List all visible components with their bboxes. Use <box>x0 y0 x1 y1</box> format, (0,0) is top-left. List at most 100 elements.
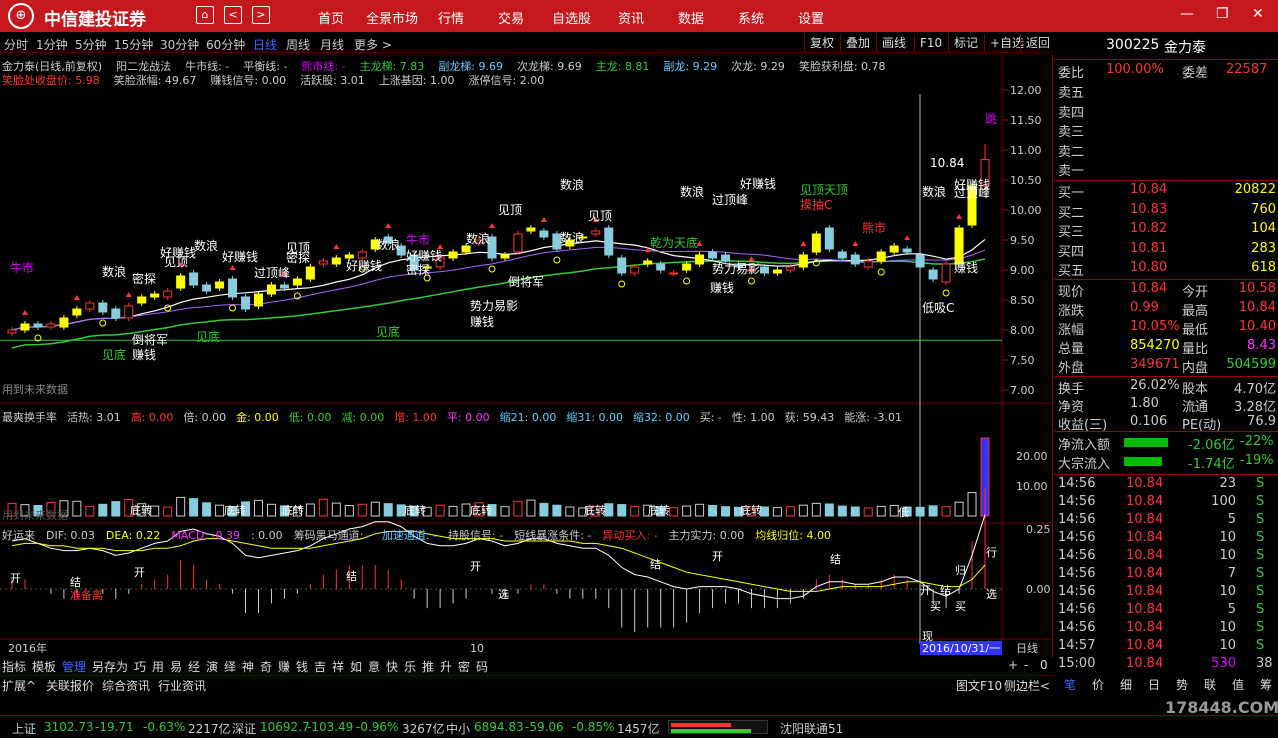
quote-tab-0[interactable]: 笔 <box>1064 676 1076 693</box>
indicator-tab-19[interactable]: 乐 <box>404 658 416 675</box>
candle-body <box>241 296 251 310</box>
quote-tab-3[interactable]: 日 <box>1148 676 1160 693</box>
period-tab-1[interactable]: 1分钟 <box>36 36 68 53</box>
toolbar-button-0[interactable]: 复权 <box>804 34 839 52</box>
chart-pane[interactable]: 12.00 11.50 11.00 10.50 10.00 9.50 9.00 8.50 8.0… <box>0 54 1053 658</box>
home-icon[interactable]: ⌂ <box>196 6 214 24</box>
minimize-icon[interactable]: — <box>1180 6 1194 22</box>
indicator-tab-10[interactable]: 神 <box>242 658 254 675</box>
menu-item-0[interactable]: 首页 <box>318 8 344 27</box>
indicator-tab-3[interactable]: 另存为 <box>92 658 128 675</box>
menu-item-1[interactable]: 全景市场 <box>366 8 418 27</box>
indicator-tab-18[interactable]: 快 <box>386 658 398 675</box>
indicator-tab-8[interactable]: 演 <box>206 658 218 675</box>
period-tab-2[interactable]: 5分钟 <box>75 36 107 53</box>
period-tab-4[interactable]: 30分钟 <box>160 36 199 53</box>
extension-tab-0[interactable]: 扩展^ <box>2 677 36 694</box>
quote-tab-5[interactable]: 联 <box>1204 676 1216 693</box>
candle-body <box>85 302 95 310</box>
bid-row: 买三 10.82 104 <box>1056 221 1276 240</box>
indicator-tab-1[interactable]: 模板 <box>32 658 56 675</box>
extension-tab-1[interactable]: 关联报价 <box>46 677 94 694</box>
candle-body <box>928 269 938 280</box>
period-tab-5[interactable]: 60分钟 <box>206 36 245 53</box>
indicator-tab-5[interactable]: 用 <box>152 658 164 675</box>
quote-tab-4[interactable]: 势 <box>1176 676 1188 693</box>
toolbar-button-4[interactable]: 标记 <box>948 34 983 52</box>
macd-signal-label: 结 <box>70 576 81 589</box>
back-arrow-icon[interactable]: < <box>224 6 242 24</box>
volume-bar <box>850 506 860 517</box>
indicator-tab-14[interactable]: 吉 <box>314 658 326 675</box>
index-stat-3: -0.63% <box>143 720 186 734</box>
extension-tab-2[interactable]: 综合资讯 <box>102 677 150 694</box>
quote-cell: 1.80 <box>1130 396 1159 411</box>
menu-item-7[interactable]: 系统 <box>738 8 764 27</box>
zoom-button-0[interactable]: + <box>1008 658 1018 672</box>
menu-item-8[interactable]: 设置 <box>798 8 824 27</box>
indicator-tab-22[interactable]: 密 <box>458 658 470 675</box>
f10-link[interactable]: 图文F10 <box>956 677 1002 694</box>
indicator-tab-9[interactable]: 绎 <box>224 658 236 675</box>
zoom-button-2[interactable]: 0 <box>1040 658 1048 672</box>
quote-cell: 委比 <box>1058 66 1085 81</box>
indicator-tab-23[interactable]: 码 <box>476 658 488 675</box>
indicator-tab-21[interactable]: 升 <box>440 658 452 675</box>
zoom-button-1[interactable]: - <box>1024 658 1028 672</box>
volume-bar <box>837 505 847 517</box>
quote-cell: 14:56 <box>1058 548 1096 563</box>
close-icon[interactable]: ✕ <box>1252 6 1264 22</box>
index-stat-4: 2217亿 <box>188 722 231 736</box>
toolbar-button-1[interactable]: 叠加 <box>840 34 875 52</box>
indicator-tab-6[interactable]: 易 <box>170 658 182 675</box>
toolbar-button-3[interactable]: F10 <box>914 34 947 52</box>
indicator-tab-20[interactable]: 推 <box>422 658 434 675</box>
candle-body <box>591 230 601 235</box>
menu-item-2[interactable]: 行情 <box>438 8 464 27</box>
indicator-tab-11[interactable]: 奇 <box>260 658 272 675</box>
quote-tab-7[interactable]: 筹 <box>1260 676 1272 693</box>
chart-signal-label: 好赚钱 <box>740 176 776 191</box>
period-tab-8[interactable]: 月线 <box>320 36 344 53</box>
period-tab-9[interactable]: 更多 > <box>354 36 392 53</box>
indicator-tab-12[interactable]: 赚 <box>278 658 290 675</box>
kline-chart[interactable]: 12.00 11.50 11.00 10.50 10.00 9.50 9.00 8.50 8.0… <box>0 54 1053 658</box>
quote-cell: 14:57 <box>1058 638 1096 653</box>
quote-tab-2[interactable]: 细 <box>1120 676 1132 693</box>
indicator-tab-13[interactable]: 钱 <box>296 658 308 675</box>
tick-row: 14:56 10.84 23 S <box>1056 476 1276 494</box>
menu-item-5[interactable]: 资讯 <box>618 8 644 27</box>
forward-arrow-icon[interactable]: > <box>252 6 270 24</box>
panel-divider <box>1054 474 1278 475</box>
indicator-tab-7[interactable]: 经 <box>188 658 200 675</box>
menu-item-3[interactable]: 交易 <box>498 8 524 27</box>
quote-tab-6[interactable]: 值 <box>1232 676 1244 693</box>
extension-tab-3[interactable]: 行业资讯 <box>158 677 206 694</box>
indicator-tab-17[interactable]: 意 <box>368 658 380 675</box>
menu-item-4[interactable]: 自选股 <box>552 8 591 27</box>
toolbar-button-2[interactable]: 画线 <box>876 34 911 52</box>
indicator-tab-16[interactable]: 如 <box>350 658 362 675</box>
quote-tab-1[interactable]: 价 <box>1092 676 1104 693</box>
period-tab-7[interactable]: 周线 <box>286 36 310 53</box>
index-stat-14: 1457亿 <box>617 722 660 736</box>
period-tab-6[interactable]: 日线 <box>253 36 277 53</box>
info-item: 异动买入: - <box>602 529 658 542</box>
indicator-tabs: 指标 模板 管理 另存为巧用易经演绎神奇赚钱吉祥如意快乐推升密码 + -0 <box>0 657 1053 674</box>
indicator-tab-15[interactable]: 祥 <box>332 658 344 675</box>
volume-bar <box>513 500 523 517</box>
menu-item-6[interactable]: 数据 <box>678 8 704 27</box>
sidebar-toggle[interactable]: 侧边栏< <box>1004 677 1050 694</box>
signal-circle-icon <box>877 268 885 276</box>
price-axis-label: 9.00 <box>1010 264 1035 277</box>
toolbar-button-6[interactable]: 返回 <box>1020 34 1055 52</box>
indicator-tab-2[interactable]: 管理 <box>62 658 86 675</box>
period-tab-0[interactable]: 分时 <box>4 36 28 53</box>
quote-cell: S <box>1256 638 1265 653</box>
indicator-tab-0[interactable]: 指标 <box>2 658 26 675</box>
period-tab-3[interactable]: 15分钟 <box>114 36 153 53</box>
indicator-tab-4[interactable]: 巧 <box>134 658 146 675</box>
volume-bar <box>318 498 328 517</box>
restore-icon[interactable]: ❐ <box>1216 6 1229 22</box>
quote-cell: 38 <box>1256 656 1273 671</box>
